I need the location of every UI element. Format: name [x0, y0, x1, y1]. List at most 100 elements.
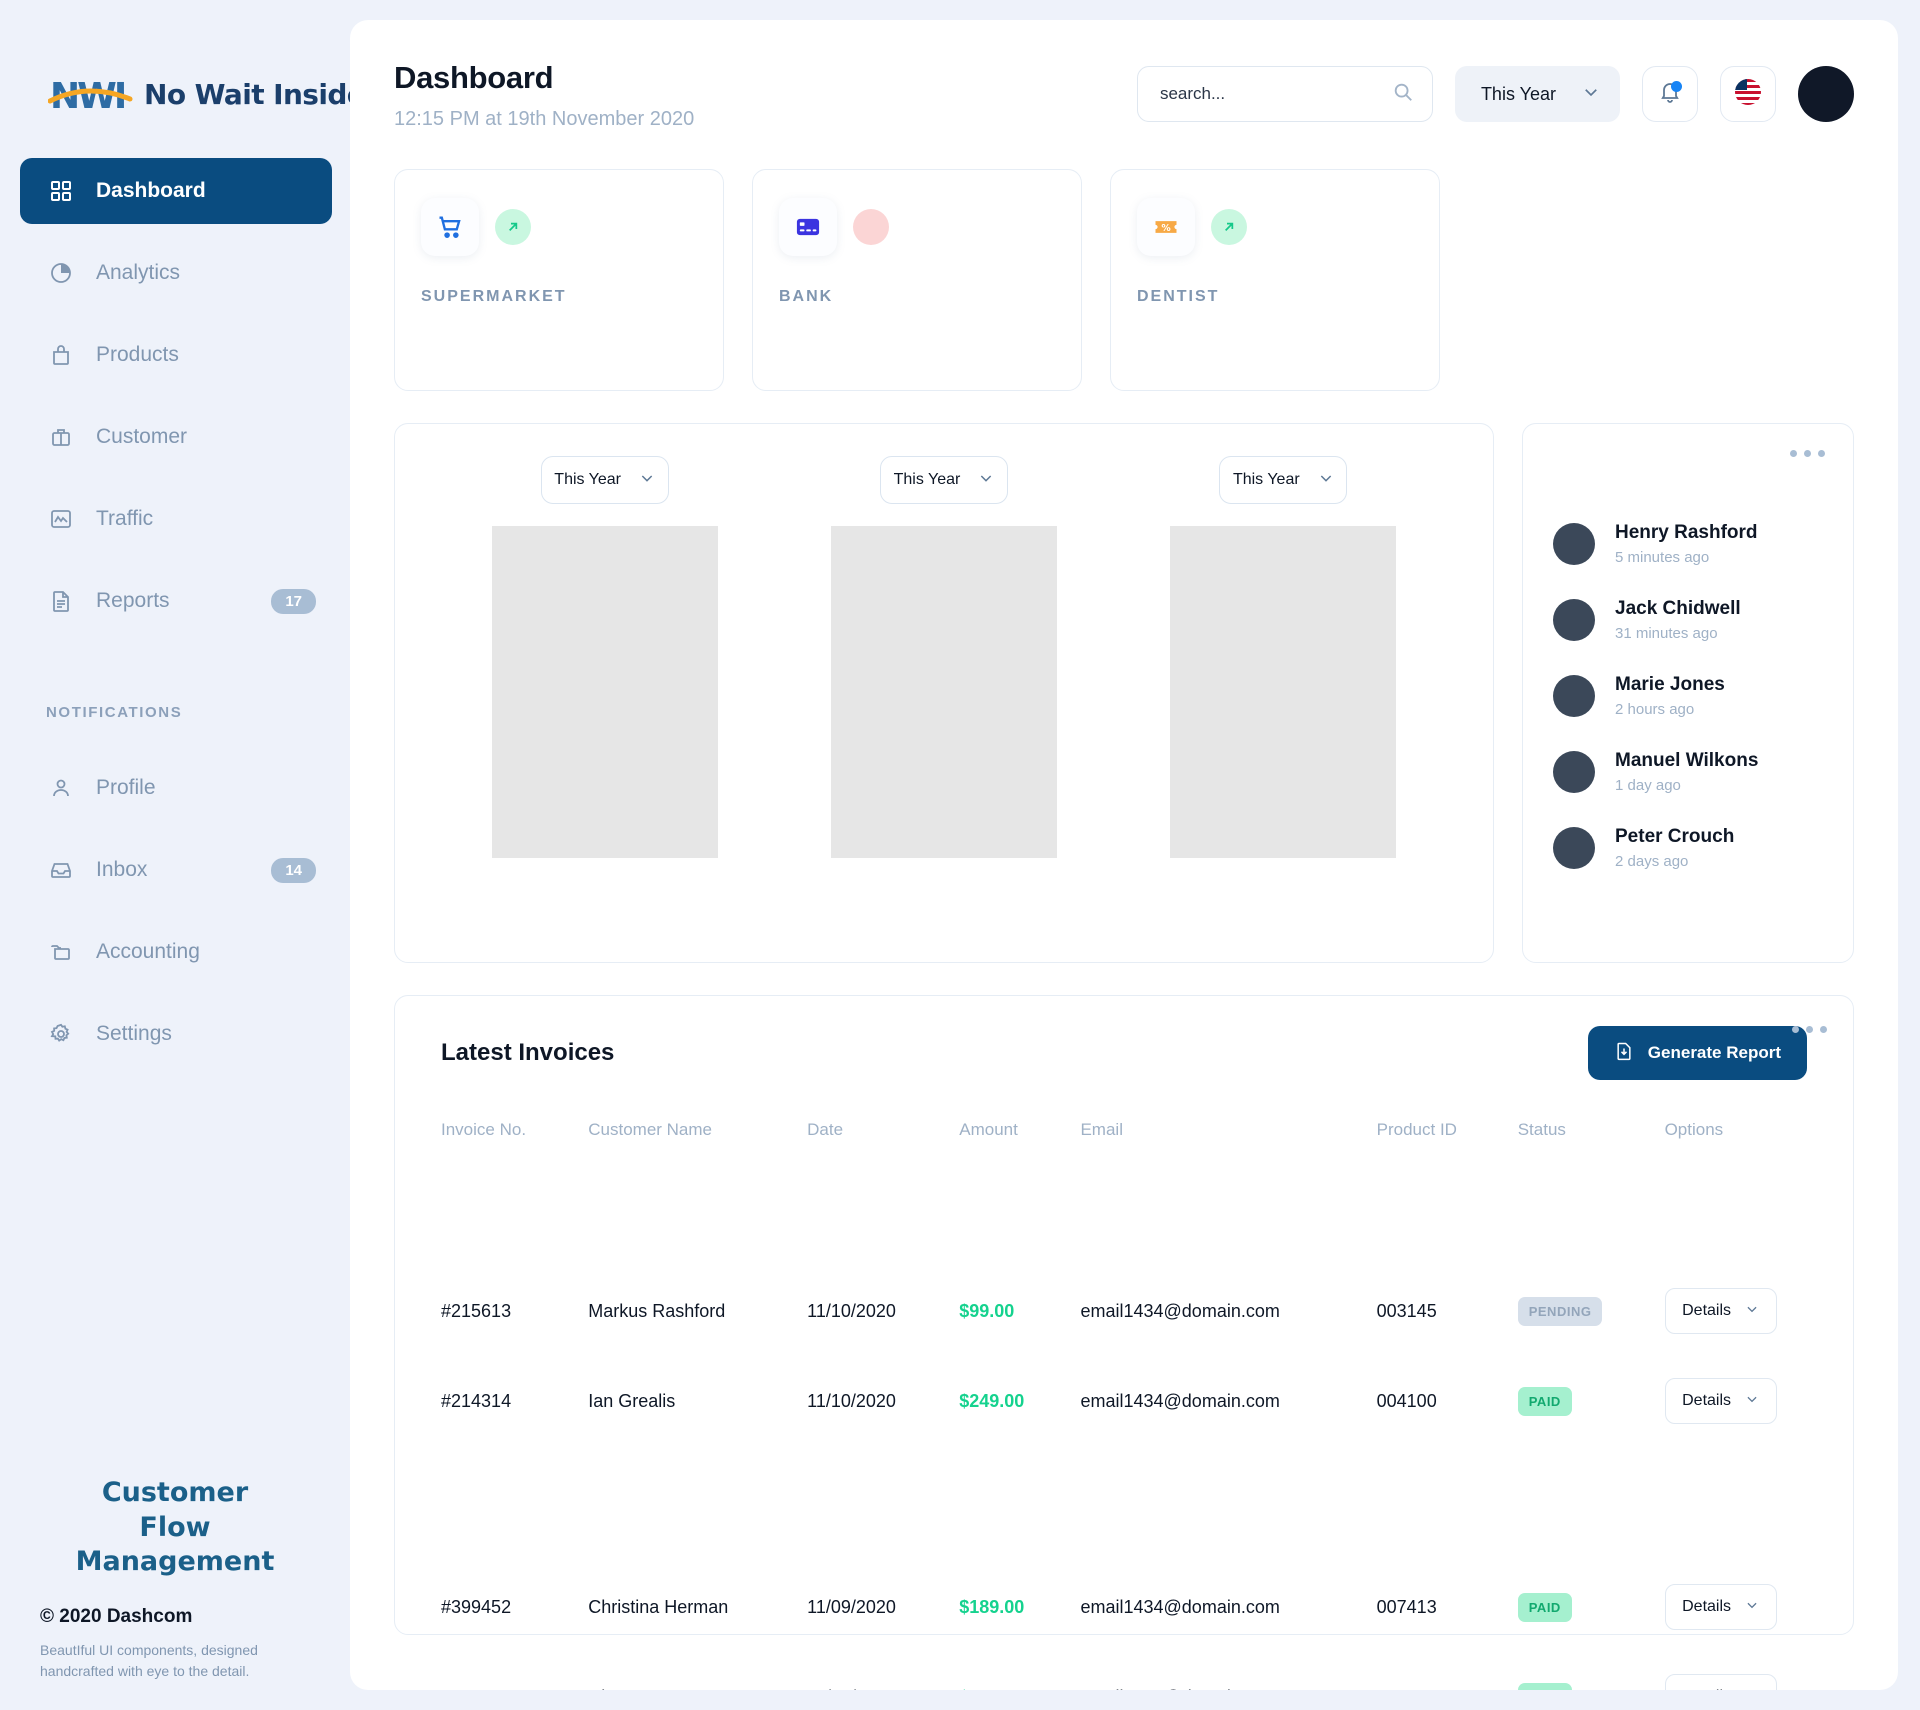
document-icon	[48, 588, 74, 614]
stat-card-supermarket[interactable]: SUPERMARKET	[394, 169, 724, 391]
footer-note: BeautIful UI components, designed handcr…	[40, 1642, 258, 1679]
details-button[interactable]: Details	[1664, 1378, 1777, 1424]
language-button[interactable]	[1720, 66, 1776, 122]
chevron-down-icon	[978, 470, 994, 491]
activity-text: Henry Rashford 5 minutes ago	[1615, 522, 1758, 566]
sidebar-item-accounting[interactable]: Accounting	[20, 919, 332, 985]
period-select[interactable]: This Year	[1454, 66, 1620, 122]
list-item[interactable]: Manuel Wilkons 1 day ago	[1553, 750, 1823, 794]
chevron-down-icon	[1582, 83, 1600, 106]
details-button[interactable]: Details	[1664, 1584, 1777, 1630]
app-root: NWI No Wait Inside Dashboard Analytics P…	[0, 0, 1920, 1710]
column-header-date: Date	[807, 1120, 844, 1139]
sidebar-item-traffic[interactable]: Traffic	[20, 486, 332, 552]
activity-name: Peter Crouch	[1615, 826, 1735, 847]
sidebar-item-profile[interactable]: Profile	[20, 755, 332, 821]
generate-report-button[interactable]: Generate Report	[1587, 1026, 1807, 1080]
table-header-row: Invoice No. Customer Name Date Amount Em…	[421, 1110, 1827, 1150]
sidebar-item-analytics[interactable]: Analytics	[20, 240, 332, 306]
sidebar-item-customer[interactable]: Customer	[20, 404, 332, 470]
footer-brand-line1: Customer	[101, 1477, 249, 1509]
chart-period-select-3[interactable]: This Year	[1219, 456, 1348, 504]
avatar[interactable]	[1798, 66, 1854, 122]
dot	[1792, 1026, 1799, 1033]
activity-card: Henry Rashford 5 minutes ago Jack Chidwe…	[1522, 423, 1854, 963]
topbar-controls: This Year	[1136, 66, 1854, 122]
activity-text: Jack Chidwell 31 minutes ago	[1615, 598, 1741, 642]
sidebar-item-inbox[interactable]: Inbox 14	[20, 837, 332, 903]
stat-card-dentist[interactable]: % DENTIST	[1110, 169, 1440, 391]
inbox-icon	[48, 857, 74, 883]
chevron-down-icon	[1318, 470, 1334, 491]
pie-chart-icon	[48, 260, 74, 286]
activity-more-button[interactable]	[1790, 450, 1825, 457]
details-label: Details	[1682, 1302, 1732, 1319]
list-item[interactable]: Marie Jones 2 hours ago	[1553, 674, 1823, 718]
avatar	[1553, 827, 1595, 869]
stat-card-label: SUPERMARKET	[421, 288, 567, 305]
activity-text: Marie Jones 2 hours ago	[1615, 674, 1725, 718]
column-header-invoice: Invoice No.	[441, 1120, 527, 1139]
sidebar: NWI No Wait Inside Dashboard Analytics P…	[0, 0, 366, 1710]
svg-text:%: %	[1161, 223, 1171, 234]
activity-text: Peter Crouch 2 days ago	[1615, 826, 1734, 870]
cell-options: Details	[1645, 1652, 1827, 1690]
stat-card-label: BANK	[779, 288, 834, 305]
sidebar-item-dashboard[interactable]: Dashboard	[20, 158, 332, 224]
activity-time: 2 hours ago	[1615, 701, 1695, 718]
sidebar-item-settings[interactable]: Settings	[20, 1001, 332, 1067]
sidebar-item-label: Customer	[96, 425, 188, 448]
cell-invoice: #495534	[421, 1652, 568, 1691]
table-row[interactable]: #399452 Christina Herman 11/09/2020 $189…	[421, 1562, 1827, 1652]
avatar	[1553, 599, 1595, 641]
table-row[interactable]: #214314 Ian Grealis 11/10/2020 $249.00 e…	[421, 1356, 1827, 1446]
stat-card-bank[interactable]: BANK	[752, 169, 1082, 391]
search-input[interactable]	[1159, 84, 1392, 104]
cell-date: 11/10/2020	[807, 1300, 896, 1321]
notifications-button[interactable]	[1642, 66, 1698, 122]
credit-card-icon	[779, 198, 837, 256]
topbar: Dashboard 12:15 PM at 19th November 2020…	[394, 60, 1854, 131]
cell-status: PAID	[1498, 1356, 1645, 1446]
chevron-down-icon	[1745, 1392, 1759, 1411]
cell-options: Details	[1645, 1562, 1827, 1652]
details-button[interactable]: Details	[1664, 1288, 1777, 1334]
table-row[interactable]: #215613 Markus Rashford 11/10/2020 $99.0…	[421, 1266, 1827, 1356]
gear-icon	[48, 1021, 74, 1047]
sidebar-item-reports[interactable]: Reports 17	[20, 568, 332, 634]
cell-product-id: 003735	[1357, 1652, 1498, 1691]
sidebar-item-label: Inbox	[96, 858, 148, 881]
cell-status: PAID	[1498, 1562, 1645, 1652]
list-item[interactable]: Peter Crouch 2 days ago	[1553, 826, 1823, 870]
reports-badge: 17	[271, 588, 316, 614]
cell-options: Details	[1645, 1266, 1827, 1356]
folder-icon	[48, 939, 74, 965]
brand-logo[interactable]: NWI No Wait Inside	[0, 58, 366, 130]
chevron-down-icon	[1745, 1688, 1759, 1691]
inbox-badge: 14	[271, 857, 316, 883]
list-item[interactable]: Henry Rashford 5 minutes ago	[1553, 522, 1823, 566]
stat-card-header: %	[1137, 198, 1413, 256]
invoices-title: Latest Invoices	[441, 1039, 615, 1066]
list-item[interactable]: Jack Chidwell 31 minutes ago	[1553, 598, 1823, 642]
invoices-more-button[interactable]	[1792, 1026, 1827, 1033]
cell-customer: Markus Rashford	[588, 1300, 726, 1321]
sidebar-item-products[interactable]: Products	[20, 322, 332, 388]
sidebar-item-label: Settings	[96, 1022, 172, 1045]
table-row[interactable]: #495534 Diego Hernanes 11/08/2020 $126.0…	[421, 1652, 1827, 1690]
footer-brand: Customer Flow Management	[40, 1476, 310, 1580]
column-header-status: Status	[1517, 1120, 1566, 1139]
search-box[interactable]	[1136, 66, 1433, 122]
cell-date: 11/10/2020	[807, 1390, 896, 1411]
chart-period-select-2[interactable]: This Year	[879, 456, 1008, 504]
details-button[interactable]: Details	[1664, 1674, 1777, 1691]
footer-brand-line2: Flow Management	[75, 1511, 275, 1578]
chart-period-select-1[interactable]: This Year	[540, 456, 669, 504]
activity-time: 2 days ago	[1615, 853, 1689, 870]
footer-copyright: © 2020 Dashcom	[40, 1606, 193, 1627]
status-badge: PAID	[1517, 1386, 1572, 1416]
column-header-product-id: Product ID	[1376, 1120, 1457, 1139]
chart-period-value: This Year	[1232, 471, 1300, 488]
chevron-down-icon	[639, 470, 655, 491]
cell-product-id: 004100	[1376, 1390, 1437, 1411]
